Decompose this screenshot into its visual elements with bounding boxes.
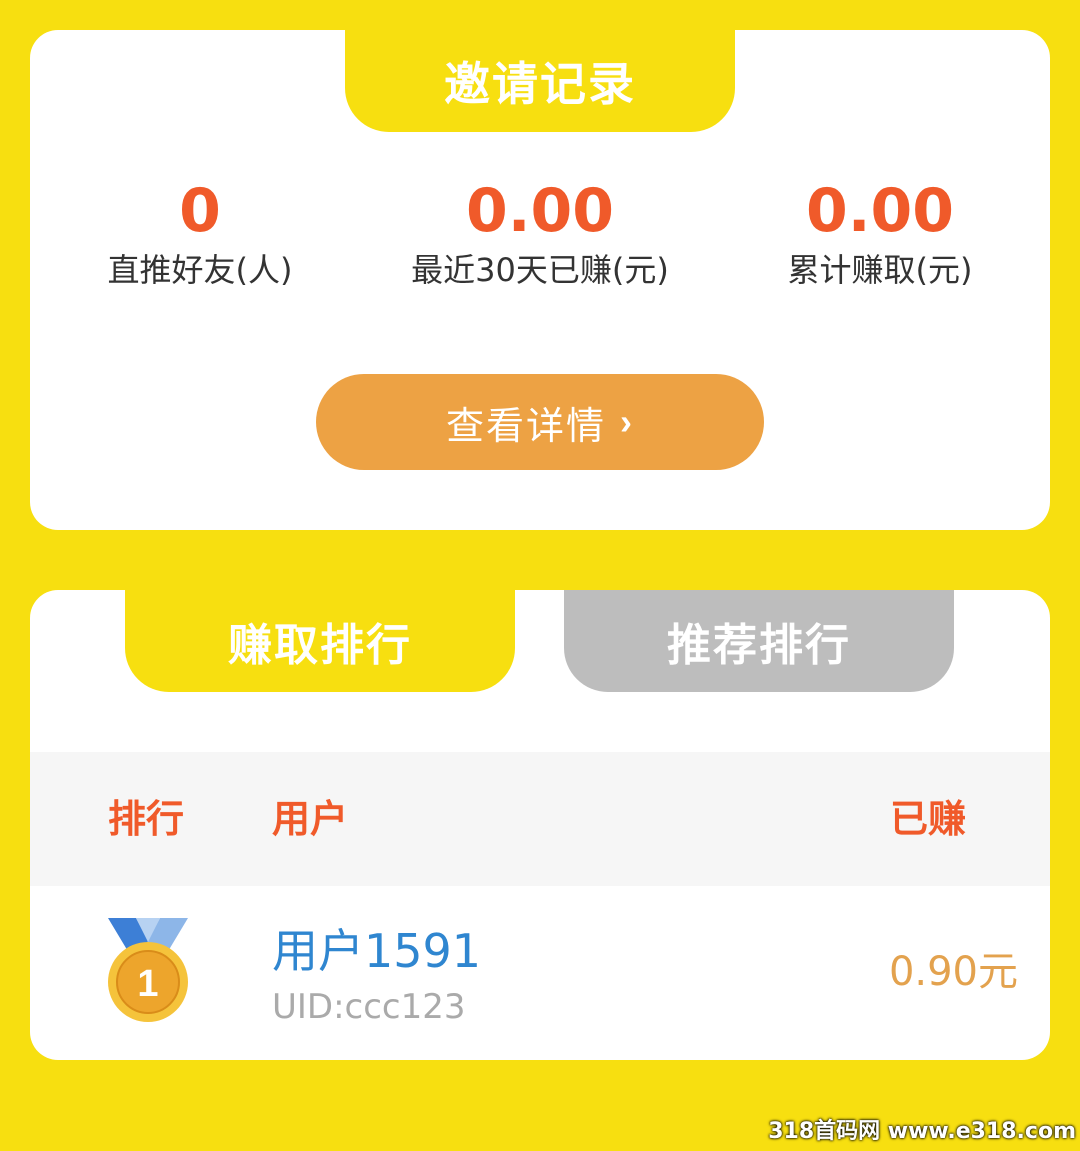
ranking-card: 赚取排行 推荐排行 排行 用户 已赚 1 用户1591 UID:ccc123 0…: [30, 590, 1050, 1060]
column-earned: 已赚: [890, 797, 967, 841]
user-uid: UID:ccc123: [272, 987, 466, 1027]
stat-total-earned: 0.00 累计赚取(元): [710, 178, 1050, 290]
ranking-table-header: 排行 用户 已赚: [30, 752, 1050, 886]
stat-label: 累计赚取(元): [787, 251, 973, 289]
stat-last-30-days: 0.00 最近30天已赚(元): [370, 178, 710, 290]
medal-rank-number: 1: [137, 963, 158, 1005]
stat-label: 最近30天已赚(元): [411, 251, 669, 289]
stat-value: 0.00: [805, 176, 955, 246]
table-row[interactable]: 1 用户1591 UID:ccc123 0.90元: [30, 886, 1050, 1060]
column-user: 用户: [272, 797, 349, 841]
tab-recommend-ranking[interactable]: 推荐排行: [564, 590, 954, 692]
user-name: 用户1591: [272, 924, 482, 978]
chevron-right-icon: ›: [620, 401, 634, 442]
view-details-label: 查看详情: [445, 405, 606, 448]
invite-record-card: 邀请记录 0 直推好友(人) 0.00 最近30天已赚(元) 0.00 累计赚取…: [30, 30, 1050, 530]
tab-earn-ranking[interactable]: 赚取排行: [125, 590, 515, 692]
stat-value: 0.00: [465, 176, 615, 246]
earned-amount: 0.90元: [888, 949, 1018, 995]
site-watermark: 318首码网 www.e318.com: [768, 1119, 1076, 1144]
invite-record-title: 邀请记录: [345, 30, 735, 132]
view-details-button[interactable]: 查看详情 ›: [316, 374, 764, 470]
column-rank: 排行: [108, 797, 185, 841]
gold-medal-icon: 1: [108, 918, 188, 1022]
stat-direct-friends: 0 直推好友(人): [30, 178, 370, 290]
stat-label: 直推好友(人): [107, 251, 293, 289]
stat-value: 0: [179, 176, 221, 246]
